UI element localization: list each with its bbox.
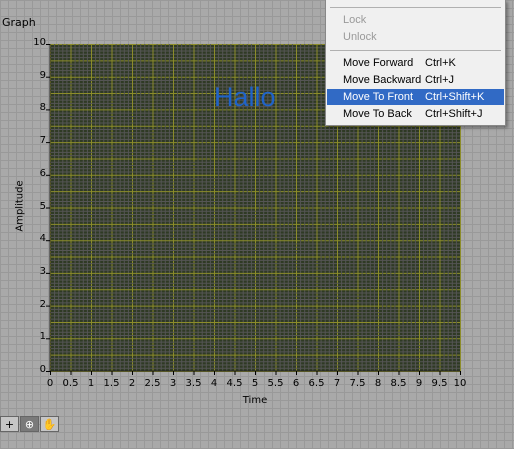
x-tick-label: 3.5 [185,378,202,389]
context-menu: Lock Unlock Move Forward Ctrl+K Move Bac… [325,0,506,126]
menu-item-label: Move To Back [343,108,412,120]
menu-item-unlock[interactable]: Unlock [327,29,504,45]
y-tick-label: 5 [39,200,46,212]
menu-separator [330,50,501,51]
y-tick-label: 4 [39,233,46,245]
x-tick-label: 6.5 [308,378,325,389]
menu-item-label: Move To Front [343,91,414,103]
menu-item-move-to-front[interactable]: Move To Front Ctrl+Shift+K [327,89,504,105]
y-tick-label: 7 [39,135,46,147]
menu-item-shortcut: Ctrl+Shift+K [425,91,485,103]
x-tick-label: 1.5 [103,378,120,389]
x-tick-label: 1 [87,378,95,389]
x-tick-label: 9 [415,378,423,389]
y-tick-label: 3 [39,265,46,277]
zoom-icon[interactable]: ⊕ [20,416,39,432]
crosshair-icon[interactable]: + [0,416,19,432]
graph-palette: + ⊕ ✋ [0,416,59,432]
x-tick-label: 2 [128,378,136,389]
x-tick-label: 6 [292,378,300,389]
menu-item-label: Move Backward [343,74,422,86]
menu-item-shortcut: Ctrl+Shift+J [425,108,483,120]
menu-item-move-backward[interactable]: Move Backward Ctrl+J [327,72,504,88]
x-tick-label: 8 [374,378,382,389]
x-tick-label: 7 [333,378,341,389]
menu-item-label: Lock [343,14,367,26]
hallo-annotation[interactable]: Hallo [214,82,276,113]
menu-separator [330,7,501,8]
x-tick-label: 2.5 [144,378,161,389]
menu-item-move-forward[interactable]: Move Forward Ctrl+K [327,55,504,71]
menu-item-move-to-back[interactable]: Move To Back Ctrl+Shift+J [327,106,504,122]
x-tick-label: 0.5 [62,378,79,389]
x-tick-label: 8.5 [390,378,407,389]
y-tick-label: 1 [39,331,46,343]
x-tick-label: 9.5 [431,378,448,389]
hand-icon[interactable]: ✋ [40,416,59,432]
y-tick-label: 6 [39,167,46,179]
x-tick-label: 5 [251,378,259,389]
x-tick-label: 5.5 [267,378,284,389]
x-tick-label: 0 [46,378,54,389]
x-tick-label: 4 [210,378,218,389]
y-tick-label: 9 [39,69,46,81]
y-tick-label: 2 [39,298,46,310]
y-tick-label: 8 [39,102,46,114]
y-tick-label: 10 [33,37,46,48]
menu-item-label: Move Forward [343,57,414,69]
x-tick-label: 3 [169,378,177,389]
menu-item-label: Unlock [343,31,377,43]
y-tick-label: 0 [39,364,46,375]
x-tick-label: 7.5 [349,378,366,389]
menu-item-lock[interactable]: Lock [327,12,504,28]
x-tick-label: 10 [453,378,467,389]
menu-item-shortcut: Ctrl+J [425,74,455,86]
x-tick-label: 4.5 [226,378,243,389]
menu-item-shortcut: Ctrl+K [425,57,456,69]
